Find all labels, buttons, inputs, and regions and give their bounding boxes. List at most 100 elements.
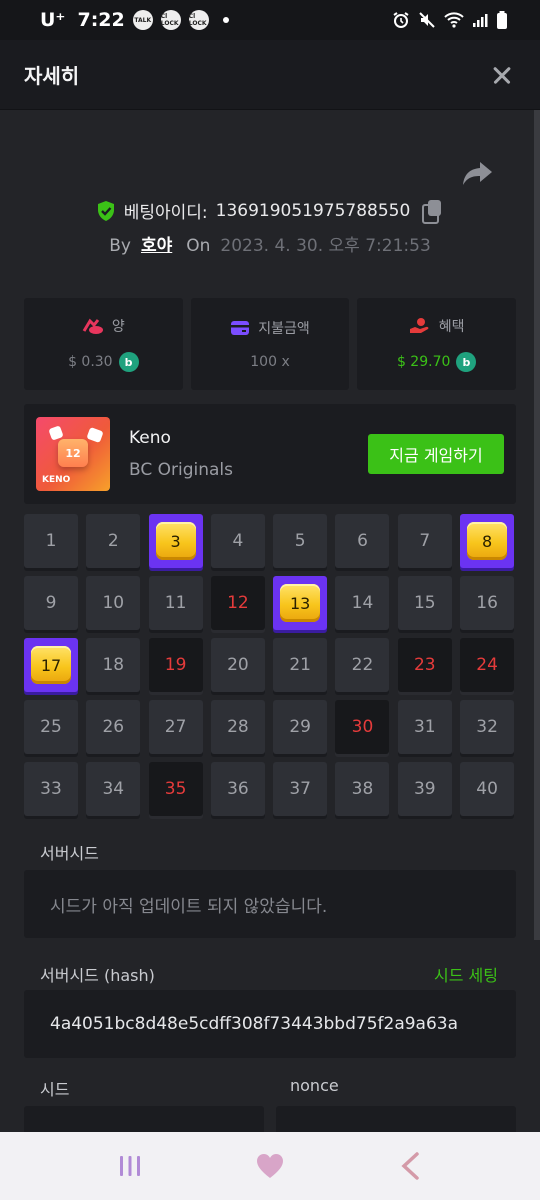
keno-cell: 32	[460, 700, 515, 754]
keno-cell: 27	[148, 700, 203, 754]
bet-id-label: 베팅아이디:	[123, 203, 208, 223]
on-label: On	[186, 236, 211, 256]
play-now-button[interactable]: 지금 게임하기	[368, 434, 504, 474]
keno-gem-number: 17	[31, 646, 71, 684]
mute-icon	[419, 12, 435, 28]
copy-icon[interactable]	[422, 199, 444, 224]
client-seed-field[interactable]	[24, 1106, 264, 1132]
keno-cell: 29	[273, 700, 328, 754]
keno-cell: 37	[273, 762, 328, 816]
thumb-ball: 12	[58, 439, 88, 467]
wallet-icon	[231, 321, 250, 335]
lock-app-notification-icon: Cl LOCK	[160, 10, 181, 30]
back-button[interactable]	[380, 1136, 440, 1196]
clock: 7:22	[77, 9, 125, 31]
seed-settings-link[interactable]: 시드 세팅	[434, 962, 498, 986]
keno-cell: 11	[148, 576, 203, 630]
alarm-icon	[393, 12, 409, 28]
keno-cell: 31	[397, 700, 452, 754]
more-notifications-dot	[222, 17, 229, 23]
system-nav-bar	[0, 1132, 540, 1200]
status-bar: U⁺ 7:22 TALK Cl LOCK Cl LOCK	[0, 0, 540, 40]
thumb-label: KENO	[42, 475, 71, 485]
server-hash-value: 4a4051bc8d48e5cdff308f73443bbd75f2a9a63a	[50, 1014, 459, 1034]
home-button[interactable]	[240, 1136, 300, 1196]
server-seed-field[interactable]: 시드가 아직 업데이트 되지 않았습니다.	[24, 870, 516, 938]
bet-detail-content[interactable]: 베팅아이디: 1369190519757885​50 By 호야 On 2023…	[0, 110, 540, 1132]
stat-amount-label: 양	[111, 319, 125, 335]
keno-cell-miss: 24	[460, 638, 515, 692]
stat-payout-value: 100 x	[250, 354, 290, 370]
keno-cell: 38	[335, 762, 390, 816]
keno-cell: 20	[210, 638, 265, 692]
profit-hand-icon	[409, 318, 429, 333]
stat-amount-value: $ 0.30	[68, 354, 113, 370]
home-heart-icon	[257, 1154, 283, 1178]
stat-amount: 양 $ 0.30 b	[24, 298, 183, 390]
keno-cell: 16	[460, 576, 515, 630]
keno-cell-hit: 17	[24, 638, 78, 692]
stat-profit-value: $ 29.70	[396, 354, 451, 370]
keno-cell: 5	[273, 514, 328, 568]
bet-amount-icon	[82, 318, 103, 334]
recent-apps-button[interactable]	[100, 1136, 160, 1196]
stat-profit: 혜택 $ 29.70 b	[357, 298, 517, 390]
keno-cell: 34	[86, 762, 141, 816]
username-link[interactable]: 호야	[141, 231, 172, 256]
keno-cell: 25	[24, 700, 78, 754]
keno-cell: 2	[86, 514, 141, 568]
keno-gem-number: 13	[280, 584, 321, 622]
keno-cell: 7	[397, 514, 452, 568]
battery-icon	[497, 11, 507, 29]
client-seed-label: 시드	[40, 1080, 70, 1099]
keno-cell-hit: 8	[460, 514, 515, 568]
bet-id-row: 베팅아이디: 1369190519757885​50	[0, 198, 540, 224]
back-chevron-icon	[401, 1152, 419, 1180]
modal-header: 자세히	[0, 40, 540, 110]
keno-cell: 1	[24, 514, 78, 568]
bet-stats: 양 $ 0.30 b 지불금액 100 x 혜택 $ 29.70 b	[24, 298, 517, 390]
kakaotalk-notification-icon: TALK	[132, 10, 153, 30]
server-seed-label: 서버시드	[40, 844, 99, 863]
stat-payout: 지불금액 100 x	[190, 298, 350, 390]
keno-cell-miss: 30	[335, 700, 390, 754]
stat-payout-label: 지불금액	[258, 321, 310, 337]
server-seed-value: 시드가 아직 업데이트 되지 않았습니다.	[50, 896, 328, 917]
keno-cell: 15	[397, 576, 452, 630]
keno-cell: 36	[210, 762, 265, 816]
keno-cell: 18	[86, 638, 141, 692]
keno-cell-miss: 23	[397, 638, 452, 692]
keno-cell: 4	[210, 514, 265, 568]
bcd-coin-icon: b	[118, 352, 139, 372]
keno-cell: 6	[335, 514, 390, 568]
share-icon[interactable]	[460, 158, 494, 188]
keno-board: 1 2 3 4 5 6 7 8 9 10 11 12 13 14 15 16 17 18 19 20 21 22 23 24 2…	[24, 514, 516, 816]
keno-cell: 26	[86, 700, 141, 754]
lock-app-notification-icon: Cl LOCK	[188, 10, 209, 30]
keno-game-thumbnail[interactable]: 12 KENO	[36, 417, 110, 491]
keno-cell: 39	[397, 762, 452, 816]
bcd-coin-icon: b	[456, 352, 477, 372]
nonce-label: nonce	[290, 1076, 339, 1095]
verified-shield-icon	[97, 200, 114, 221]
keno-cell-miss: 19	[148, 638, 203, 692]
keno-cell: 40	[460, 762, 515, 816]
bet-author-row: By 호야 On 2023. 4. 30. 오후 7:21:53	[0, 231, 540, 256]
bet-id-value: 1369190519757885​50	[215, 200, 411, 221]
keno-cell-hit: 13	[273, 576, 328, 630]
keno-cell: 21	[273, 638, 328, 692]
game-provider: BC Originals	[129, 460, 234, 480]
keno-cell: 9	[24, 576, 78, 630]
recent-apps-icon	[120, 1156, 140, 1176]
keno-cell: 33	[24, 762, 78, 816]
nonce-field[interactable]	[276, 1106, 516, 1132]
close-icon[interactable]	[488, 61, 516, 89]
stat-profit-label: 혜택	[438, 319, 465, 335]
game-name: Keno	[129, 428, 171, 448]
bet-date: 2023. 4. 30. 오후 7:21:53	[220, 236, 431, 256]
modal-title: 자세히	[24, 64, 80, 88]
game-card: 12 KENO Keno BC Originals 지금 게임하기	[24, 404, 516, 504]
by-label: By	[109, 236, 131, 256]
dice-chip-icon	[86, 426, 104, 444]
server-hash-field[interactable]: 4a4051bc8d48e5cdff308f73443bbd75f2a9a63a	[24, 990, 516, 1058]
